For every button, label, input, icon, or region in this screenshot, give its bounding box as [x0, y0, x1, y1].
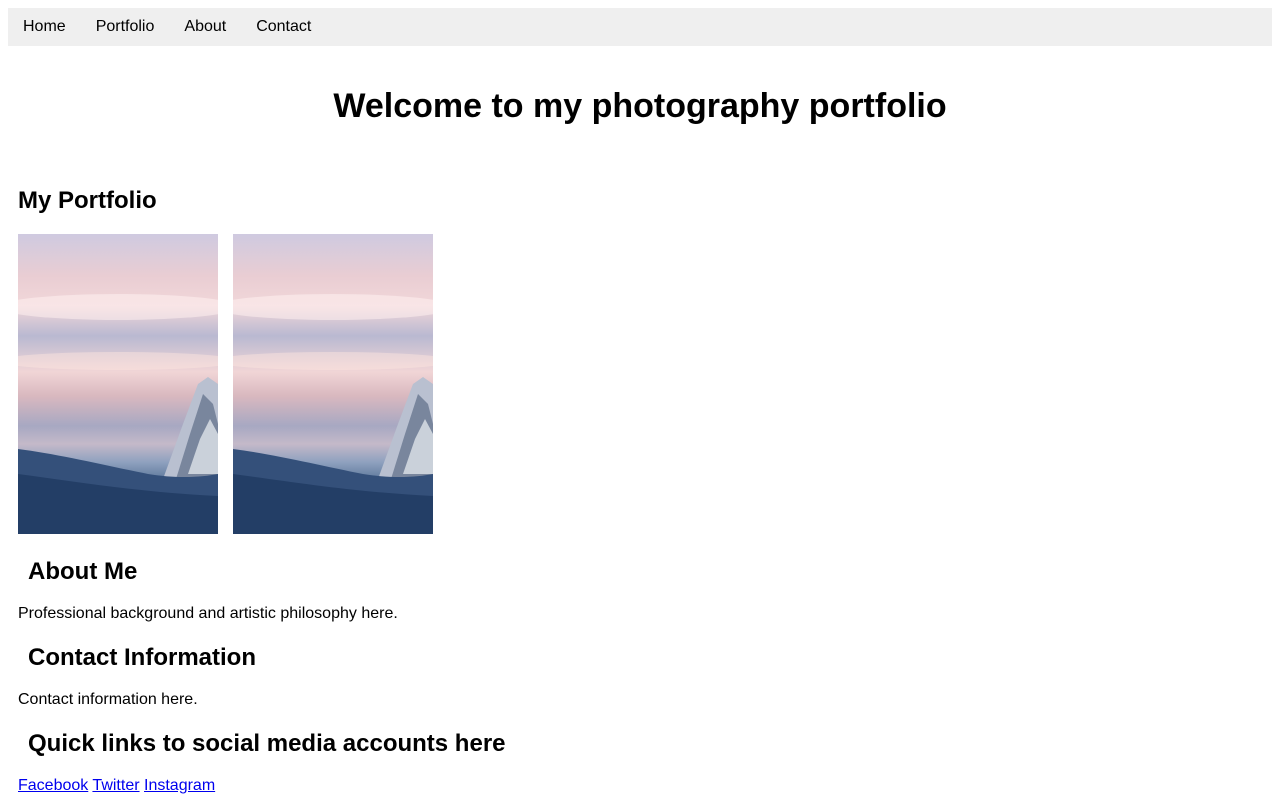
facebook-link[interactable]: Facebook [18, 777, 88, 794]
nav-home-link[interactable]: Home [8, 8, 81, 46]
instagram-link[interactable]: Instagram [144, 777, 215, 794]
twitter-link[interactable]: Twitter [92, 777, 139, 794]
portfolio-photo-2[interactable] [233, 234, 433, 534]
nav-contact-link[interactable]: Contact [241, 8, 326, 46]
contact-text: Contact information here. [18, 691, 198, 708]
social-heading: Quick links to social media accounts her… [28, 730, 506, 757]
page-title: Welcome to my photography portfolio [333, 87, 947, 125]
about-text: Professional background and artistic phi… [18, 605, 398, 622]
top-navigation-bar: Home Portfolio About Contact [8, 8, 1272, 46]
contact-heading: Contact Information [28, 644, 256, 671]
nav-about-link[interactable]: About [169, 8, 241, 46]
mountain-landscape-graphic [233, 377, 433, 534]
mountain-landscape-graphic [18, 377, 218, 534]
portfolio-gallery [18, 234, 433, 534]
portfolio-heading: My Portfolio [18, 187, 157, 214]
portfolio-photo-1[interactable] [18, 234, 218, 534]
nav-portfolio-link[interactable]: Portfolio [81, 8, 170, 46]
social-links: Facebook Twitter Instagram [18, 776, 215, 796]
about-heading: About Me [28, 558, 138, 585]
